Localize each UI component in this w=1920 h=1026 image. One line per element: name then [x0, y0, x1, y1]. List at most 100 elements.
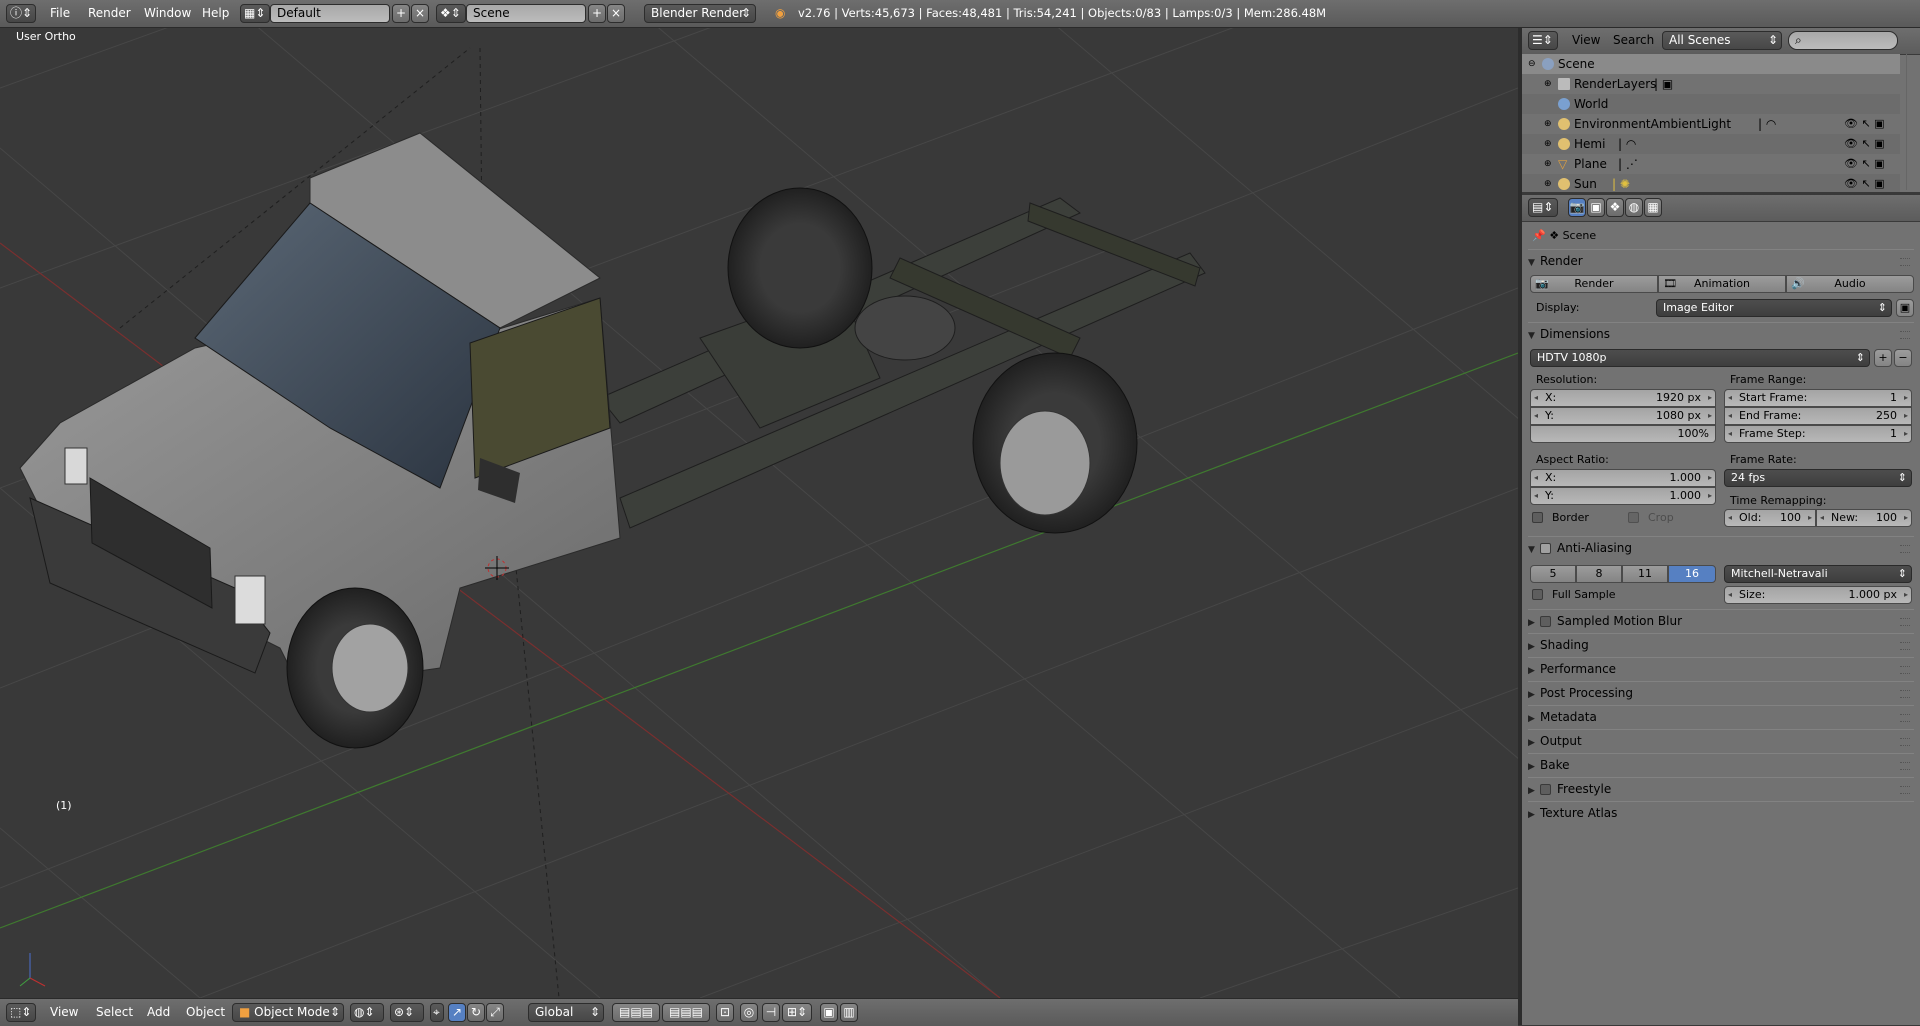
render-context-camera-icon[interactable]: 📷	[1568, 198, 1586, 217]
freestyle-checkbox[interactable]	[1540, 784, 1551, 795]
screen-layout-field[interactable]: Default	[270, 4, 390, 23]
panel-anti-aliasing-header[interactable]: ▼ Anti-Aliasing	[1528, 536, 1914, 559]
aa-filter-select[interactable]: Mitchell-Netravali ⇕	[1724, 565, 1912, 583]
3d-viewport[interactable]: User Ortho (1)	[0, 28, 1518, 998]
outliner-menu-view[interactable]: View	[1572, 32, 1600, 49]
outliner-editor-type[interactable]: ☰⇕	[1528, 31, 1558, 50]
frame-step-field[interactable]: ◂ Frame Step: 1 ▸	[1724, 425, 1912, 443]
menu-render[interactable]: Render	[88, 4, 131, 23]
proportional-edit-icon[interactable]: ◎	[740, 1003, 758, 1022]
texture-context-icon[interactable]: ▦	[1644, 198, 1662, 217]
remove-preset-button[interactable]: −	[1894, 349, 1912, 367]
resolution-percentage-slider[interactable]: 100%	[1530, 425, 1716, 443]
outliner-search-input[interactable]: ⌕	[1788, 31, 1898, 50]
border-checkbox[interactable]	[1532, 512, 1543, 523]
render-still-icon[interactable]: ▣	[820, 1003, 838, 1022]
scene-menu[interactable]: ❖⇕	[436, 4, 466, 23]
transform-orientation-select[interactable]: Global ⇕	[528, 1003, 604, 1022]
visibility-eye-icon[interactable]: 👁 ↖ ▣	[1844, 174, 1900, 194]
outliner-display-mode[interactable]: All Scenes ⇕	[1662, 31, 1782, 50]
outliner-row-renderlayers[interactable]: ⊕ RenderLayers | ▣	[1522, 74, 1900, 94]
panel-bake[interactable]: ▶ Bake	[1528, 753, 1914, 776]
render-engine-select[interactable]: Blender Render ⇕	[644, 4, 756, 23]
render-animation-icon[interactable]: ▥	[840, 1003, 858, 1022]
pin-icon[interactable]: 📌	[1532, 229, 1546, 242]
panel-dimensions-header[interactable]: ▼ Dimensions	[1528, 322, 1914, 345]
remove-scene-button[interactable]: ×	[607, 4, 625, 23]
start-frame-field[interactable]: ◂ Start Frame: 1 ▸	[1724, 389, 1912, 407]
aspect-y-field[interactable]: ◂ Y: 1.000 ▸	[1530, 487, 1716, 505]
panel-metadata[interactable]: ▶ Metadata	[1528, 705, 1914, 728]
scene-context-icon[interactable]: ❖	[1606, 198, 1624, 217]
panel-output[interactable]: ▶ Output	[1528, 729, 1914, 752]
collapse-icon[interactable]: ⊖	[1528, 54, 1536, 74]
outliner-row-world[interactable]: World	[1522, 94, 1900, 114]
visibility-eye-icon[interactable]: 👁 ↖ ▣	[1844, 134, 1900, 154]
resolution-x-field[interactable]: ◂ X: 1920 px ▸	[1530, 389, 1716, 407]
snap-toggle-icon[interactable]: ⊣	[762, 1003, 780, 1022]
mode-select[interactable]: ■ Object Mode ⇕	[232, 1003, 344, 1022]
snap-element-select[interactable]: ⊞⇕	[782, 1003, 812, 1022]
render-layers-context-icon[interactable]: ▣	[1587, 198, 1605, 217]
screen-layout-menu[interactable]: ▦⇕	[240, 4, 270, 23]
scene-field[interactable]: Scene	[466, 4, 586, 23]
panel-performance[interactable]: ▶ Performance	[1528, 657, 1914, 680]
world-context-icon[interactable]: ◍	[1625, 198, 1643, 217]
menu-object[interactable]: Object	[186, 1004, 225, 1021]
motion-blur-checkbox[interactable]	[1540, 616, 1551, 627]
menu-view[interactable]: View	[50, 1004, 78, 1021]
end-frame-field[interactable]: ◂ End Frame: 250 ▸	[1724, 407, 1912, 425]
expand-icon[interactable]: ⊕	[1544, 74, 1552, 94]
render-preset-select[interactable]: HDTV 1080p ⇕	[1530, 349, 1870, 367]
resolution-y-field[interactable]: ◂ Y: 1080 px ▸	[1530, 407, 1716, 425]
viewport-editor-type[interactable]: ⬚⇕	[6, 1003, 36, 1022]
full-sample-checkbox[interactable]	[1532, 589, 1543, 600]
aa-samples-5[interactable]: 5	[1530, 565, 1576, 583]
filter-size-field[interactable]: ◂ Size: 1.000 px ▸	[1724, 586, 1912, 604]
anti-aliasing-checkbox[interactable]	[1540, 543, 1551, 554]
aspect-x-field[interactable]: ◂ X: 1.000 ▸	[1530, 469, 1716, 487]
translate-manipulator[interactable]: ↗	[448, 1003, 466, 1022]
menu-select[interactable]: Select	[96, 1004, 133, 1021]
panel-sampled-motion-blur[interactable]: ▶ Sampled Motion Blur	[1528, 609, 1914, 632]
aa-samples-11[interactable]: 11	[1622, 565, 1668, 583]
menu-window[interactable]: Window	[144, 4, 191, 23]
viewport-shading-select[interactable]: ◍⇕	[350, 1003, 384, 1022]
panel-freestyle[interactable]: ▶ Freestyle	[1528, 777, 1914, 800]
panel-post-processing[interactable]: ▶ Post Processing	[1528, 681, 1914, 704]
visibility-eye-icon[interactable]: 👁 ↖ ▣	[1844, 114, 1900, 134]
pivot-point-select[interactable]: ⊛⇕	[390, 1003, 424, 1022]
render-animation-button[interactable]: 🎞 Animation	[1658, 275, 1786, 293]
time-remap-new-field[interactable]: ◂ New: 100 ▸	[1816, 509, 1912, 527]
crop-checkbox[interactable]	[1628, 512, 1639, 523]
manipulator-toggle[interactable]: ⌖	[430, 1003, 444, 1022]
render-audio-button[interactable]: 🔊 Audio	[1786, 275, 1914, 293]
display-select[interactable]: Image Editor ⇕	[1656, 299, 1892, 317]
menu-help[interactable]: Help	[202, 4, 229, 23]
outliner-row-scene[interactable]: ⊖ Scene	[1522, 54, 1900, 74]
scale-manipulator[interactable]: ⤢	[486, 1003, 504, 1022]
aa-samples-16[interactable]: 16	[1668, 565, 1716, 583]
render-button[interactable]: 📷 Render	[1530, 275, 1658, 293]
editor-type-menu[interactable]: ⓘ⇕	[6, 4, 36, 23]
add-preset-button[interactable]: +	[1874, 349, 1892, 367]
frame-rate-select[interactable]: 24 fps ⇕	[1724, 469, 1912, 487]
layers-group-1[interactable]: ▤▤▤	[612, 1003, 660, 1022]
remove-layout-button[interactable]: ×	[411, 4, 429, 23]
panel-texture-atlas[interactable]: ▶ Texture Atlas	[1528, 801, 1914, 824]
time-remap-old-field[interactable]: ◂ Old: 100 ▸	[1724, 509, 1816, 527]
outliner-menu-search[interactable]: Search	[1613, 32, 1654, 49]
add-layout-button[interactable]: +	[392, 4, 410, 23]
outliner-scrollbar[interactable]	[1906, 54, 1917, 190]
drag-grip-icon[interactable]	[1900, 258, 1910, 266]
add-scene-button[interactable]: +	[588, 4, 606, 23]
menu-add[interactable]: Add	[147, 1004, 170, 1021]
expand-icon[interactable]: ⊕	[1544, 134, 1552, 154]
panel-render-header[interactable]: ▼ Render	[1528, 249, 1914, 272]
lock-layers-icon[interactable]: ⊡	[716, 1003, 734, 1022]
panel-shading[interactable]: ▶ Shading	[1528, 633, 1914, 656]
render-view-toggle-icon[interactable]: ▣	[1896, 299, 1914, 317]
visibility-eye-icon[interactable]: 👁 ↖ ▣	[1844, 154, 1900, 174]
aa-samples-8[interactable]: 8	[1576, 565, 1622, 583]
rotate-manipulator[interactable]: ↻	[467, 1003, 485, 1022]
